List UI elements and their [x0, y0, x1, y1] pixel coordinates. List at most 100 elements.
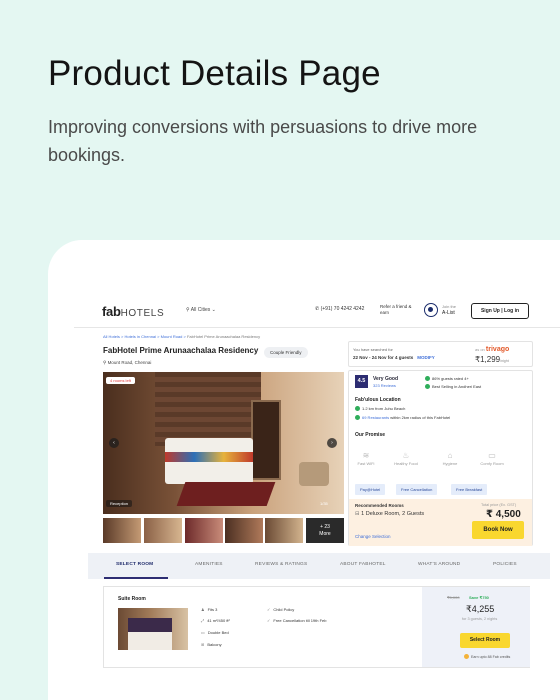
alist-badge-icon [424, 303, 438, 317]
room-title: Suite Room [118, 596, 146, 602]
tab-amenities[interactable]: AMENITIES [195, 562, 223, 567]
trivago-compare: as on trivago [475, 346, 510, 353]
modify-link[interactable]: MODIFY [417, 355, 435, 360]
hero-title: Product Details Page [48, 54, 381, 93]
pay-at-hotel-pill: Pay@Hotel [355, 484, 386, 495]
breadcrumb[interactable]: All Hotels > Hotels in Chennai > Mount R… [103, 334, 260, 339]
free-breakfast-pill: Free Breakfast [451, 484, 488, 495]
refer-friend-link[interactable]: Refer a friend & earn [380, 304, 420, 316]
hygiene-icon: ⌂ [447, 451, 453, 460]
person-icon: ♟ [201, 607, 205, 612]
alist-link[interactable]: Join the A-List [442, 304, 456, 316]
room-selection: ⊟ 1 Deluxe Room, 2 Guests [355, 511, 425, 517]
site-header: fabHOTELS ⚲ All Cities ⌄ ✆ (+91) 70 4242… [74, 289, 560, 329]
check-icon [425, 384, 430, 389]
location-title: Fab'ulous Location [355, 397, 401, 403]
trivago-logo: trivago [485, 346, 510, 353]
tab-policies[interactable]: POLICIES [493, 562, 517, 567]
change-selection-link[interactable]: Change Selection [355, 534, 391, 539]
rating-highlight: Best Selling in Andheri East [425, 384, 481, 389]
thumbnail[interactable] [225, 518, 263, 543]
free-cancellation-pill: Free Cancellation [396, 484, 438, 495]
book-now-button[interactable]: Book Now [472, 521, 524, 539]
reviews-link[interactable]: 323 Reviews [373, 383, 396, 388]
price-guests-note: for 3 guests, 2 nights [462, 617, 498, 621]
wifi-icon: ≋ [362, 451, 370, 460]
restaurants-link[interactable]: 69 Restaurants [362, 415, 389, 420]
tab-select-room[interactable]: SELECT ROOM [116, 562, 153, 567]
city-selector[interactable]: ⚲ All Cities ⌄ [186, 307, 216, 313]
tab-reviews-ratings[interactable]: REVIEWS & RATINGS [255, 562, 307, 567]
room-feature: ▭ Double Bed [201, 630, 229, 635]
thumbnail[interactable] [103, 518, 141, 543]
thumbnail[interactable] [144, 518, 182, 543]
room-icon: ⊟ [355, 511, 360, 517]
area-icon: ⤢ [201, 618, 205, 623]
room-feature: ⊞ Balcony [201, 642, 222, 647]
room-price-panel: ₹5,000 Save ₹750 ₹4,255 for 3 guests, 2 … [422, 587, 530, 667]
search-label: You have searched for [353, 347, 393, 352]
check-icon [425, 376, 430, 381]
food-icon: ♨ [402, 451, 410, 460]
photo-counter: 1/35 [320, 501, 328, 506]
active-tab-indicator [104, 577, 168, 579]
section-tabs: SELECT ROOM AMENITIES REVIEWS & RATINGS … [88, 553, 550, 579]
thumbnail[interactable] [185, 518, 223, 543]
more-photos-button[interactable]: + 23 More [306, 518, 344, 543]
check-icon [355, 415, 360, 420]
hotel-page-mockup: fabHOTELS ⚲ All Cities ⌄ ✆ (+91) 70 4242… [74, 289, 560, 700]
check-icon: ✓ [267, 618, 271, 623]
signup-login-button[interactable]: Sign Up | Log in [471, 303, 529, 319]
gallery-next-button[interactable]: › [327, 438, 337, 448]
room-policy: ✓ Free Cancellation till 19th Feb [267, 618, 327, 623]
fab-credits-note: Earn upto 88 Fab credits [464, 654, 510, 659]
rooms-left-badge: 4 rooms left [106, 377, 135, 384]
original-price: ₹5,000 [447, 595, 460, 600]
amenity-wifi: ≋ Fast WiFi [349, 450, 383, 466]
header-divider [74, 327, 560, 328]
location-highlight: 69 Restaurants within 2km radius of this… [355, 415, 450, 420]
hotel-info-panel: 4.5 Very Good 323 Reviews 86% guests rat… [348, 370, 533, 546]
city-selector-label: All Cities [190, 307, 211, 313]
phone-number[interactable]: ✆ (+91) 70 4242 4242 [315, 306, 364, 312]
search-summary: You have searched for 22 Nov - 24 Nov fo… [348, 341, 533, 367]
location-highlight: 1.2 km from Juhu Beach [355, 406, 405, 411]
promise-title: Our Promise [355, 432, 386, 438]
trivago-price: ₹1,299/night [475, 355, 509, 364]
hero-subtitle: Improving conversions with persuasions t… [48, 117, 478, 165]
check-icon: ✓ [267, 607, 271, 612]
booking-box: Recommended Rooms ⊟ 1 Deluxe Room, 2 Gue… [349, 499, 532, 546]
gallery-prev-button[interactable]: ‹ [109, 438, 119, 448]
coin-icon [464, 654, 469, 659]
room-price: ₹4,255 [466, 604, 495, 614]
room-policy: ✓ Child Policy [267, 607, 295, 612]
check-icon [355, 406, 360, 411]
photo-category-tag: Reception [106, 500, 133, 507]
room-feature: ♟ Fits 3 [201, 607, 218, 612]
amenity-food: ♨ Healthy Food [389, 450, 423, 466]
bed-icon: ▭ [201, 630, 205, 635]
room-image[interactable] [118, 608, 188, 650]
room-feature: ⤢ 41 m²/450 ft² [201, 618, 230, 623]
gallery-thumbnails: + 23 More [103, 518, 344, 543]
room-card: Suite Room ♟ Fits 3 ⤢ 41 m²/450 ft² ▭ Doubl… [103, 586, 530, 668]
hotel-address: ⚲ Mount Road, Chennai [103, 360, 152, 365]
savings-badge: Save ₹750 [469, 595, 489, 600]
location-pin-icon: ⚲ [103, 360, 107, 365]
tab-whats-around[interactable]: WHAT'S AROUND [418, 562, 460, 567]
amenity-comfy-room: ▭ Comfy Room [475, 450, 509, 466]
total-price: ₹ 4,500 [486, 509, 521, 520]
balcony-icon: ⊞ [201, 642, 205, 647]
fabhotels-logo[interactable]: fabHOTELS [102, 304, 164, 319]
rating-label: Very Good [373, 376, 399, 382]
thumbnail[interactable] [265, 518, 303, 543]
rating-highlight: 86% guests rated 4+ [425, 376, 469, 381]
amenity-hygiene: ⌂ Hygiene [433, 450, 467, 466]
select-room-button[interactable]: Select Room [460, 633, 510, 648]
rating-score: 4.5 [355, 375, 368, 388]
total-price-label: Total price (Ex. GST) [481, 503, 517, 507]
search-dates: 22 Nov - 24 Nov for 4 guests MODIFY [353, 355, 435, 360]
photo-gallery[interactable]: 4 rooms left ‹ › Reception 1/35 [103, 372, 344, 514]
tab-about-fabhotel[interactable]: ABOUT FABHOTEL [340, 562, 386, 567]
bed-icon: ▭ [488, 451, 496, 460]
